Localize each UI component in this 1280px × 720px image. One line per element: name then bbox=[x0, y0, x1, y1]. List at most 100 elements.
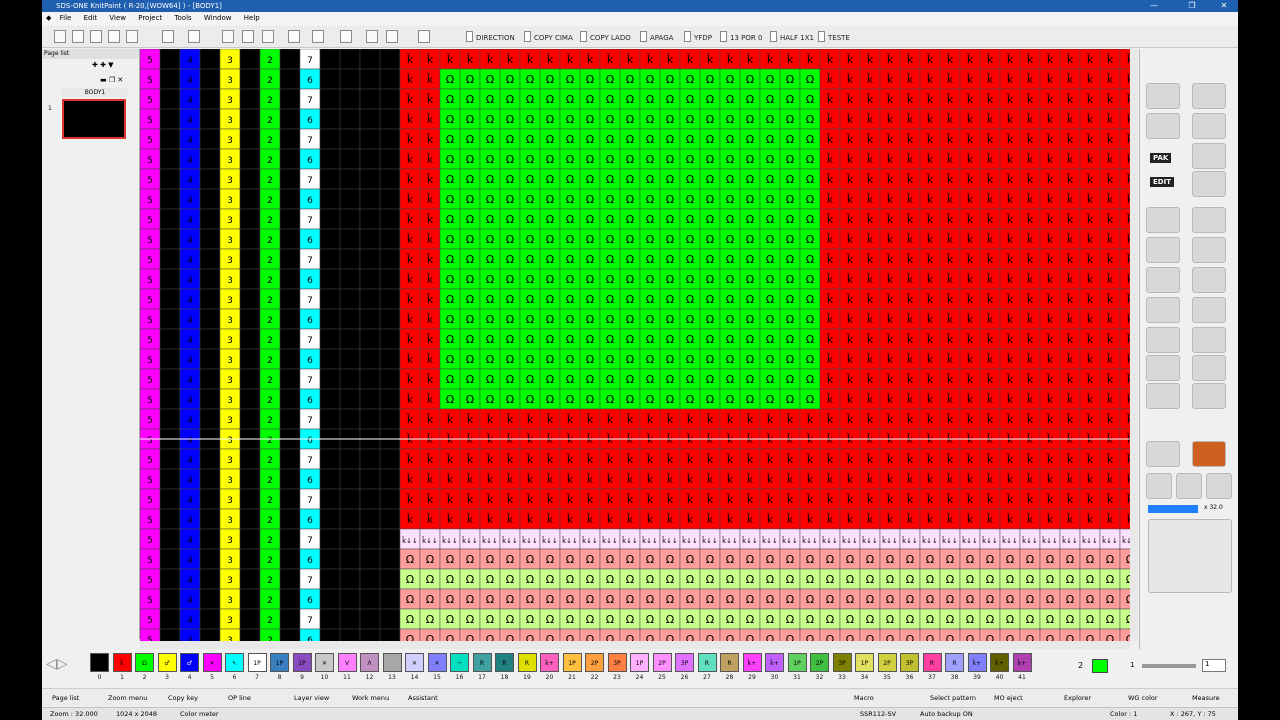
option-column-cell[interactable] bbox=[199, 528, 221, 550]
option-column-cell[interactable] bbox=[279, 308, 301, 330]
scroll-pad[interactable] bbox=[1148, 519, 1232, 593]
palette-swatch[interactable]: ✕ bbox=[427, 653, 447, 672]
option-column-cell[interactable] bbox=[339, 528, 361, 550]
option-column-cell[interactable] bbox=[339, 168, 361, 190]
option-column-cell[interactable] bbox=[319, 608, 341, 630]
option-column-cell[interactable] bbox=[239, 528, 261, 550]
grid-view-icon[interactable] bbox=[1192, 441, 1226, 467]
knit-grid[interactable]: 5 4 3 2 75 4 3 2 65 4 3 2 75 4 3 2 65 4 3 2 75 4 3 2 65 4 3 2 75 4 3 2 6… bbox=[140, 49, 1130, 641]
option-column-cell[interactable] bbox=[359, 488, 381, 510]
option-column-cell[interactable] bbox=[279, 628, 301, 641]
macro-copy-cima[interactable]: COPY CIMA bbox=[524, 31, 573, 44]
option-column-cell[interactable] bbox=[279, 208, 301, 230]
option-column-cell[interactable] bbox=[359, 228, 381, 250]
maximize-icon[interactable]: ❐ bbox=[1178, 0, 1206, 12]
dots-tool-icon[interactable] bbox=[1146, 327, 1180, 353]
save-icon[interactable] bbox=[108, 30, 120, 43]
measure-toggle[interactable]: Measure bbox=[1192, 689, 1220, 707]
option-column-cell[interactable] bbox=[199, 368, 221, 390]
option-column-cell[interactable] bbox=[339, 608, 361, 630]
palette-swatch[interactable]: R bbox=[945, 653, 964, 672]
copy-page-icon[interactable] bbox=[90, 30, 102, 43]
option-column-cell[interactable] bbox=[359, 388, 381, 410]
frame-tool-icon[interactable] bbox=[1192, 143, 1226, 169]
palette-swatch[interactable]: 1P bbox=[292, 653, 312, 672]
option-column-cell[interactable] bbox=[279, 288, 301, 310]
palette-swatch[interactable]: ǩ+ bbox=[990, 653, 1009, 672]
option-column-cell[interactable] bbox=[339, 308, 361, 330]
palette-swatch[interactable]: R bbox=[720, 653, 739, 672]
option-column-cell[interactable] bbox=[379, 508, 401, 530]
option-column-cell[interactable] bbox=[159, 328, 181, 350]
option-column-cell[interactable] bbox=[239, 348, 261, 370]
open-file-icon[interactable] bbox=[72, 30, 84, 43]
zoom-arrows-icon[interactable] bbox=[1176, 473, 1202, 499]
option-column-cell[interactable] bbox=[359, 348, 381, 370]
option-column-cell[interactable] bbox=[359, 608, 381, 630]
option-column-cell[interactable] bbox=[159, 608, 181, 630]
option-column-cell[interactable] bbox=[379, 268, 401, 290]
option-column-cell[interactable] bbox=[159, 288, 181, 310]
undo-icon[interactable] bbox=[162, 30, 174, 43]
palette-swatch[interactable] bbox=[90, 653, 109, 672]
copy-tool-icon[interactable] bbox=[1192, 355, 1226, 381]
option-column-cell[interactable] bbox=[199, 288, 221, 310]
option-column-cell[interactable] bbox=[319, 408, 341, 430]
vertical-scrollbar[interactable] bbox=[1130, 49, 1138, 641]
option-column-cell[interactable] bbox=[159, 548, 181, 570]
option-column-cell[interactable] bbox=[339, 288, 361, 310]
option-column-cell[interactable] bbox=[199, 308, 221, 330]
option-column-cell[interactable] bbox=[319, 328, 341, 350]
option-column-cell[interactable] bbox=[339, 128, 361, 150]
option-column-cell[interactable] bbox=[379, 228, 401, 250]
option-column-cell[interactable] bbox=[339, 49, 361, 70]
option-column-cell[interactable] bbox=[379, 368, 401, 390]
option-column-cell[interactable] bbox=[379, 488, 401, 510]
option-column-cell[interactable] bbox=[359, 108, 381, 130]
option-column-cell[interactable] bbox=[319, 348, 341, 370]
option-column-cell[interactable] bbox=[319, 488, 341, 510]
hand-tool-icon[interactable] bbox=[1146, 441, 1180, 467]
palette-swatch[interactable]: 2P bbox=[652, 653, 672, 672]
option-column-cell[interactable] bbox=[199, 328, 221, 350]
option-column-cell[interactable] bbox=[239, 468, 261, 490]
palette-swatch[interactable]: 3P bbox=[607, 653, 627, 672]
menu-help[interactable]: Help bbox=[244, 14, 260, 22]
option-column-cell[interactable] bbox=[339, 268, 361, 290]
option-column-cell[interactable] bbox=[319, 528, 341, 550]
option-column-cell[interactable] bbox=[199, 208, 221, 230]
option-column-cell[interactable] bbox=[319, 308, 341, 330]
page-list-toggle[interactable]: Page list bbox=[52, 689, 79, 707]
option-column-cell[interactable] bbox=[339, 388, 361, 410]
option-column-cell[interactable] bbox=[159, 208, 181, 230]
menu-file[interactable]: File bbox=[60, 14, 72, 22]
option-column-cell[interactable] bbox=[359, 68, 381, 90]
option-column-cell[interactable] bbox=[359, 49, 381, 70]
move-tool-icon[interactable] bbox=[1146, 355, 1180, 381]
option-column-cell[interactable] bbox=[319, 268, 341, 290]
spray-tool-icon[interactable] bbox=[1146, 267, 1180, 293]
option-column-cell[interactable] bbox=[339, 208, 361, 230]
option-column-cell[interactable] bbox=[319, 228, 341, 250]
option-column-cell[interactable] bbox=[279, 268, 301, 290]
option-column-cell[interactable] bbox=[239, 328, 261, 350]
option-column-cell[interactable] bbox=[239, 128, 261, 150]
option-column-cell[interactable] bbox=[379, 548, 401, 570]
line-tool-icon[interactable] bbox=[1192, 237, 1226, 263]
page-field[interactable]: 1 bbox=[1202, 659, 1226, 672]
option-column-cell[interactable] bbox=[239, 49, 261, 70]
palette-swatch[interactable]: Ω bbox=[135, 653, 154, 672]
option-column-cell[interactable] bbox=[279, 108, 301, 130]
option-column-cell[interactable] bbox=[159, 628, 181, 641]
option-column-cell[interactable] bbox=[379, 348, 401, 370]
option-column-cell[interactable] bbox=[319, 49, 341, 70]
option-column-cell[interactable] bbox=[319, 68, 341, 90]
eraser-tool-icon[interactable] bbox=[1192, 383, 1226, 409]
page-list-window-controls[interactable]: ▬ ❐ ✕ bbox=[100, 76, 123, 84]
option-column-cell[interactable] bbox=[319, 468, 341, 490]
option-column-cell[interactable] bbox=[159, 528, 181, 550]
option-column-cell[interactable] bbox=[199, 408, 221, 430]
palette-swatch[interactable] bbox=[382, 653, 402, 672]
option-column-cell[interactable] bbox=[339, 508, 361, 530]
knit-design-canvas[interactable]: 5432754326543275432654327543265432754326… bbox=[140, 49, 1130, 641]
